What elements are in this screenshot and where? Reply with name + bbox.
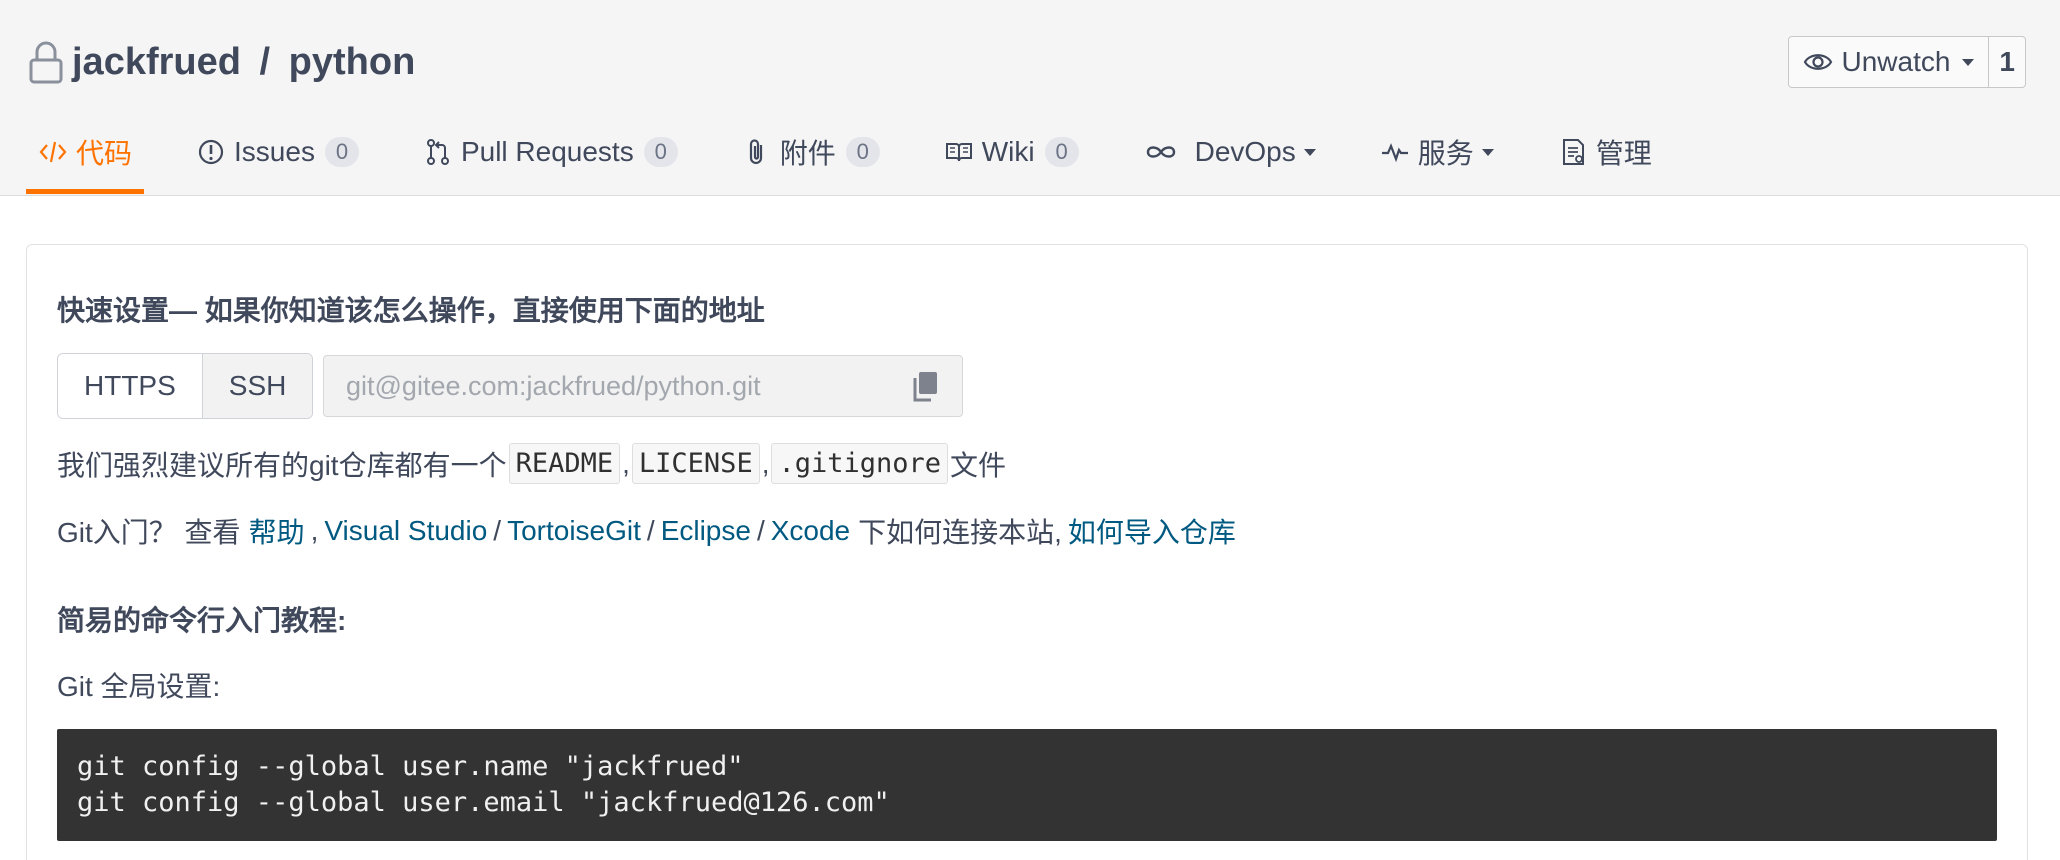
tab-issues[interactable]: Issues 0 (184, 122, 371, 182)
tab-pull-requests[interactable]: Pull Requests 0 (411, 122, 690, 182)
clone-url-value: git@gitee.com:jackfrued/python.git (346, 370, 761, 401)
git-intro-line: Git入门？ 查看 帮助 , Visual Studio / TortoiseG… (57, 511, 1236, 551)
help-link[interactable]: 帮助 (249, 511, 305, 551)
pulse-icon (1381, 143, 1408, 163)
protocol-switch: HTTPS SSH (57, 353, 314, 419)
eclipse-link[interactable]: Eclipse (661, 515, 751, 547)
recommend-prefix: 我们强烈建议所有的git仓库都有一个 (57, 449, 507, 481)
comma: , (622, 447, 630, 479)
chevron-down-icon (1962, 58, 1975, 66)
repo-name-link[interactable]: python (289, 41, 416, 84)
comma: , (310, 515, 319, 546)
watch-control: Unwatch 1 (1788, 36, 2026, 88)
repository-page: jackfrued / python Unwatch 1 代码 Issues 0… (0, 0, 2060, 860)
tab-label: DevOps (1194, 136, 1296, 167)
git-intro-middle: 下如何连接本站, (858, 517, 1062, 548)
code-icon (39, 141, 67, 163)
tab-wiki[interactable]: Wiki 0 (932, 122, 1091, 182)
watch-count[interactable]: 1 (1989, 37, 2025, 87)
readme-chip: README (508, 443, 621, 484)
tab-label: 附件 (779, 138, 836, 169)
tutorial-title: 简易的命令行入门教程: (57, 605, 347, 636)
book-icon (945, 143, 972, 162)
repo-separator: / (248, 40, 281, 83)
https-button[interactable]: HTTPS (58, 354, 202, 418)
repo-header: jackfrued / python Unwatch 1 代码 Issues 0… (0, 0, 2060, 196)
unwatch-label: Unwatch (1841, 46, 1951, 77)
tab-label: Wiki (981, 136, 1035, 167)
license-chip: LICENSE (631, 443, 760, 484)
count-badge: 0 (1044, 137, 1079, 167)
code-line: git config --global user.name "jackfrued… (77, 751, 744, 782)
slash: / (756, 515, 765, 546)
tab-manage[interactable]: 管理 (1546, 122, 1664, 182)
recommend-line: 我们强烈建议所有的git仓库都有一个 README , LICENSE , .g… (57, 443, 1006, 484)
quick-setup-panel: 快速设置— 如果你知道该怎么操作，直接使用下面的地址 HTTPS SSH git… (26, 244, 2028, 860)
count-badge: 0 (845, 137, 880, 167)
code-line: git config --global user.email "jackfrue… (77, 787, 890, 818)
eye-icon (1804, 54, 1833, 70)
tab-label: 代码 (76, 138, 133, 169)
count-badge: 0 (643, 137, 678, 167)
global-settings-label: Git 全局设置: (57, 671, 221, 702)
tab-label: Issues (234, 136, 315, 167)
tab-attachments[interactable]: 附件 0 (730, 122, 892, 182)
issue-icon (198, 139, 224, 165)
count-badge: 0 (324, 137, 359, 167)
slash: / (646, 515, 655, 546)
paperclip-icon (749, 139, 762, 165)
tab-devops[interactable]: DevOps (1131, 122, 1328, 182)
tab-label: 服务 (1417, 138, 1474, 169)
import-repo-link[interactable]: 如何导入仓库 (1068, 511, 1236, 551)
ssh-button[interactable]: SSH (201, 354, 313, 418)
tab-label: Pull Requests (460, 136, 634, 167)
clone-url-input[interactable]: git@gitee.com:jackfrued/python.git (323, 355, 963, 417)
git-intro-prefix: Git入门？ 查看 (57, 517, 241, 548)
chevron-down-icon (1303, 148, 1316, 156)
recommend-suffix: 文件 (950, 449, 1007, 481)
slash: / (493, 515, 502, 546)
repo-tabs: 代码 Issues 0 Pull Requests 0 附件 0 Wiki 0 … (26, 122, 1704, 195)
pull-request-icon (426, 139, 449, 165)
lock-icon (29, 41, 63, 84)
chevron-down-icon (1481, 148, 1494, 156)
tortoisegit-link[interactable]: TortoiseGit (507, 515, 641, 547)
code-block: git config --global user.name "jackfrued… (57, 729, 1997, 841)
tab-services[interactable]: 服务 (1368, 122, 1506, 182)
comma: , (761, 447, 770, 479)
tab-label: 管理 (1595, 138, 1652, 169)
quick-setup-title: 快速设置— 如果你知道该怎么操作，直接使用下面的地址 (57, 295, 765, 326)
infinity-icon (1146, 146, 1175, 158)
document-icon (1562, 139, 1584, 165)
copy-icon[interactable] (910, 370, 940, 404)
visual-studio-link[interactable]: Visual Studio (324, 515, 487, 547)
gitignore-chip: .gitignore (771, 443, 949, 484)
repo-title: jackfrued / python (28, 34, 415, 90)
repo-owner-link[interactable]: jackfrued (72, 41, 241, 84)
xcode-link[interactable]: Xcode (771, 515, 850, 547)
unwatch-button[interactable]: Unwatch (1789, 37, 1990, 87)
tab-code[interactable]: 代码 (26, 122, 145, 194)
